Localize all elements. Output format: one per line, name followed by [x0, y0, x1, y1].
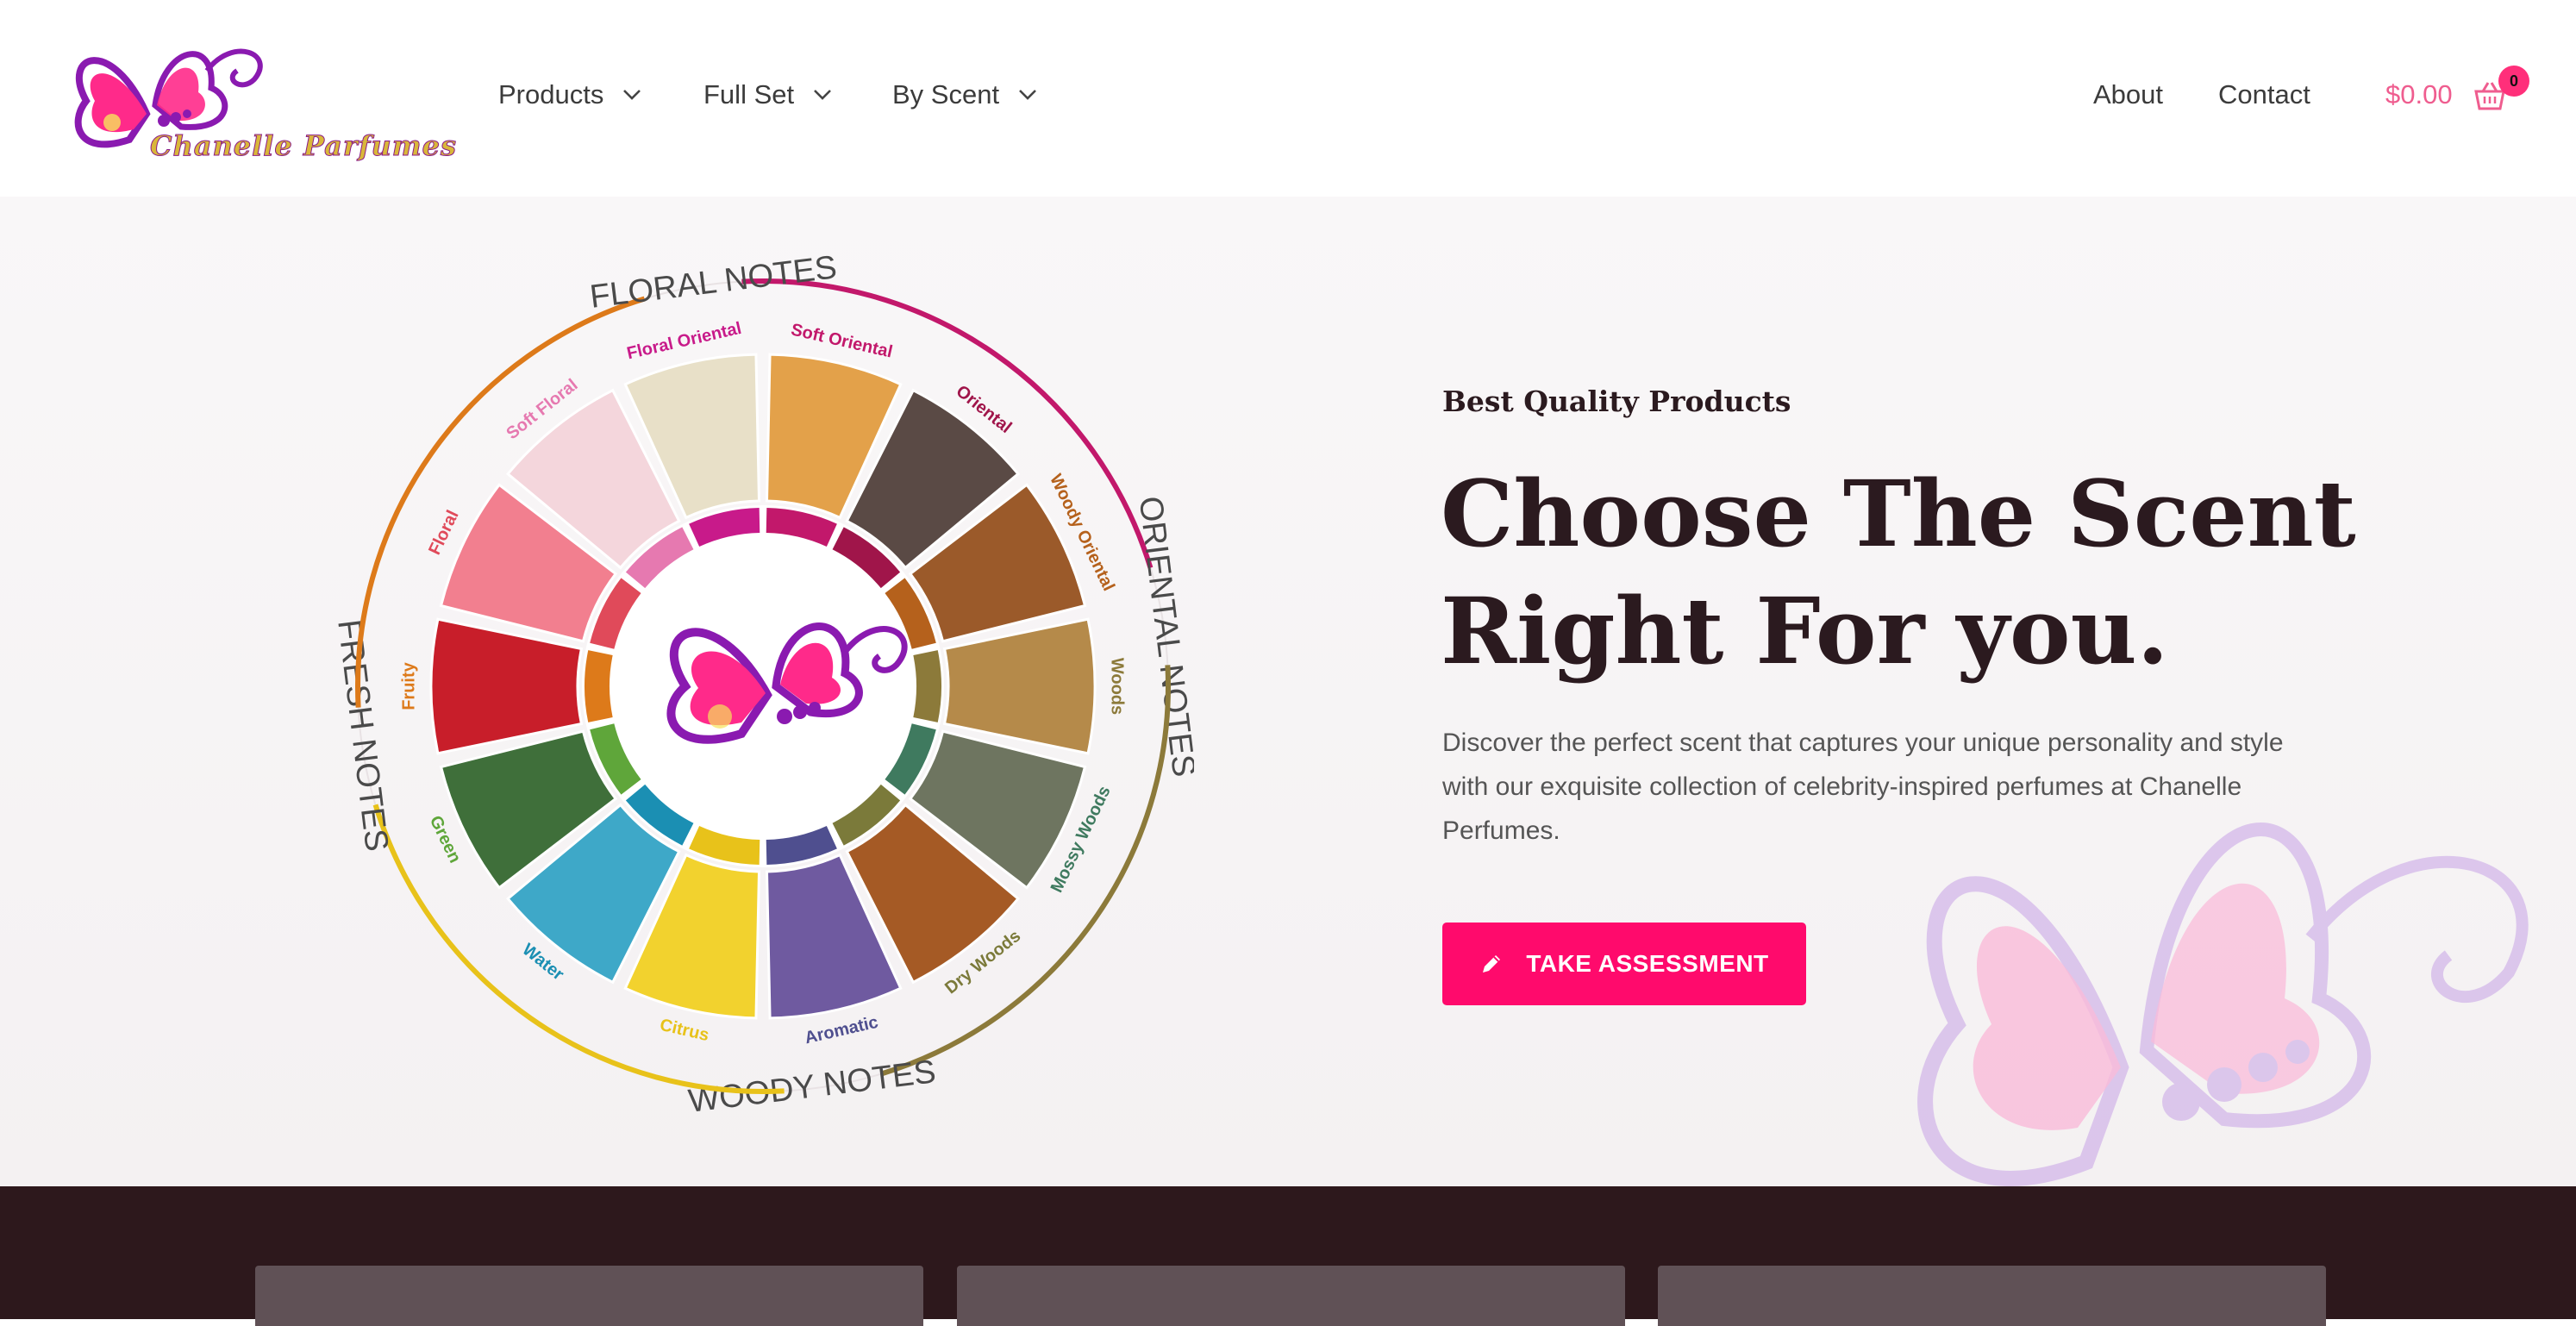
hero-headline: Choose The Scent Right For you.	[1441, 455, 2432, 690]
nav-products[interactable]: Products	[498, 79, 641, 110]
site-header: Chanelle Parfumes Products Full Set By S…	[0, 0, 2576, 197]
scent-segment-label: Woods	[1108, 658, 1127, 715]
take-assessment-label: TAKE ASSESSMENT	[1526, 950, 1769, 977]
featured-strip	[0, 1186, 2576, 1326]
scent-family-label: FRESH NOTES	[332, 617, 395, 853]
chevron-down-icon	[623, 90, 641, 100]
hero-section: Soft Oriental Oriental Woody Oriental Woods…	[0, 197, 2576, 1186]
scent-segment-ring	[913, 650, 941, 722]
scent-segment-label: Fruity	[399, 661, 418, 710]
cart-count-badge: 0	[2498, 66, 2529, 97]
feature-card[interactable]	[1658, 1266, 2326, 1326]
nav-contact[interactable]: Contact	[2218, 79, 2310, 110]
scent-wheel: Soft OrientalOrientalWoody OrientalWoods…	[332, 255, 1194, 1117]
nav-contact-label: Contact	[2218, 79, 2310, 109]
scent-segment-ring	[585, 650, 613, 722]
nav-by-scent[interactable]: By Scent	[892, 79, 1037, 110]
chevron-down-icon	[1019, 90, 1036, 100]
feature-card[interactable]	[255, 1266, 923, 1326]
hero-eyebrow: Best Quality Products	[1442, 385, 1791, 418]
cart-total[interactable]: $0.00	[2385, 79, 2453, 110]
scent-segment-photo	[942, 617, 1097, 755]
scent-segment-label: Citrus	[658, 1016, 710, 1045]
nav-about-label: About	[2093, 79, 2164, 109]
pencil-icon	[1483, 955, 1501, 973]
nav-products-label: Products	[498, 79, 604, 109]
take-assessment-button[interactable]: TAKE ASSESSMENT	[1442, 923, 1806, 1005]
hero-headline-line2: Right For you.	[1441, 577, 2169, 685]
hero-description: Discover the perfect scent that captures…	[1442, 729, 2284, 845]
nav-about[interactable]: About	[2093, 79, 2163, 110]
scent-family-label: WOODY NOTES	[686, 1054, 938, 1117]
scent-segment-label: Soft Oriental	[789, 321, 894, 362]
nav-full-set-label: Full Set	[703, 79, 795, 109]
scent-segment-photo	[429, 617, 584, 755]
scent-segment-label: Floral	[425, 507, 462, 558]
brand-logo[interactable]: Chanelle Parfumes	[60, 19, 456, 167]
feature-card[interactable]	[957, 1266, 1625, 1326]
hero-headline-line1: Choose The Scent	[1441, 460, 2356, 567]
chevron-down-icon	[814, 90, 832, 100]
scent-segment-label: Aromatic	[803, 1013, 879, 1048]
brand-wordmark: Chanelle Parfumes	[150, 129, 457, 163]
nav-full-set[interactable]: Full Set	[703, 79, 832, 110]
nav-by-scent-label: By Scent	[892, 79, 1000, 109]
scent-family-label: FLORAL NOTES	[588, 255, 839, 316]
